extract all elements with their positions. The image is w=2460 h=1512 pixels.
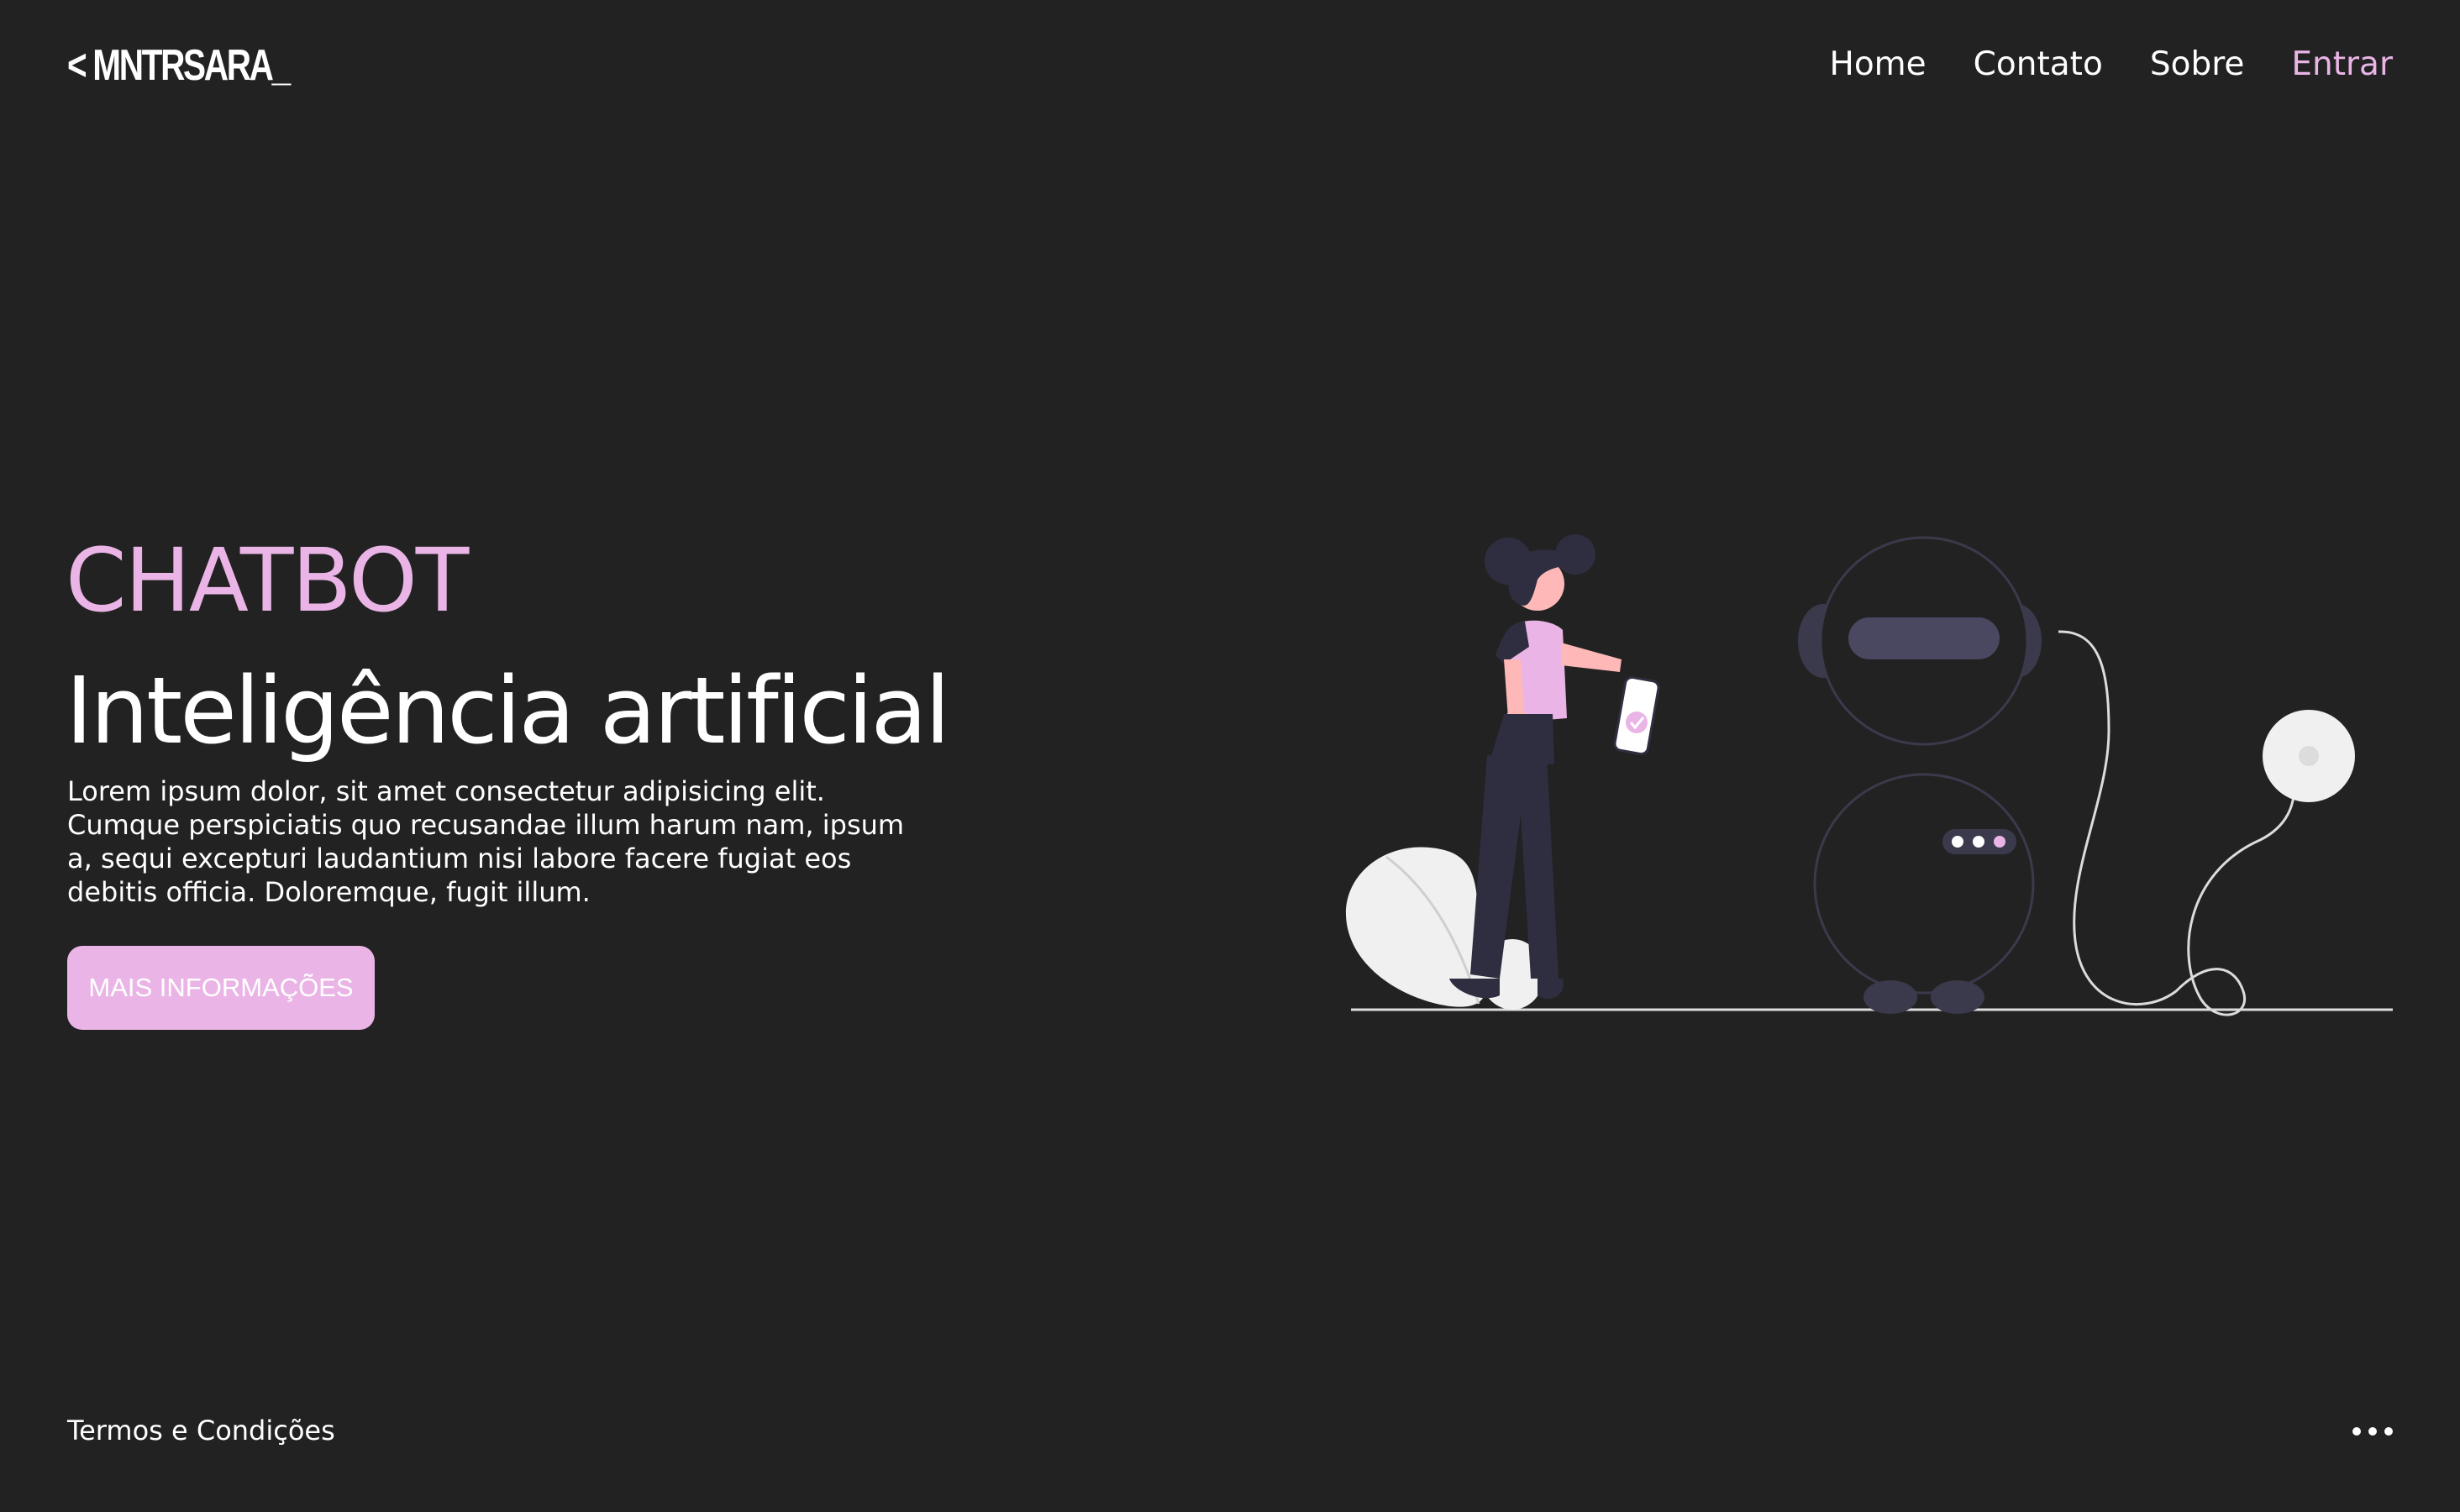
woman-figure: [1449, 534, 1660, 999]
logo[interactable]: < MNTRSARA_: [67, 40, 291, 91]
robot-figure: [1798, 536, 2296, 1016]
hero-subtitle: CHATBOT: [66, 529, 469, 632]
nav-contact[interactable]: Contato: [1974, 45, 2103, 83]
dot: [2384, 1427, 2393, 1436]
more-info-button[interactable]: MAIS INFORMAÇÕES: [67, 946, 375, 1030]
nav-login[interactable]: Entrar: [2291, 45, 2393, 83]
outlet-icon: [2263, 710, 2355, 802]
dot: [2368, 1427, 2377, 1436]
terms-link[interactable]: Termos e Condições: [67, 1415, 335, 1446]
hero-description: Lorem ipsum dolor, sit amet consectetur …: [67, 775, 905, 908]
hero-title: Inteligência artificial: [66, 657, 950, 764]
dot: [2352, 1427, 2361, 1436]
more-horizontal-icon[interactable]: [2352, 1420, 2393, 1443]
nav-home[interactable]: Home: [1830, 45, 1926, 83]
chatbot-illustration: [1345, 534, 2393, 1016]
plant-icon: [1345, 847, 1544, 1010]
main-nav: Home Contato Sobre Entrar: [1830, 45, 2394, 83]
nav-about[interactable]: Sobre: [2150, 45, 2245, 83]
